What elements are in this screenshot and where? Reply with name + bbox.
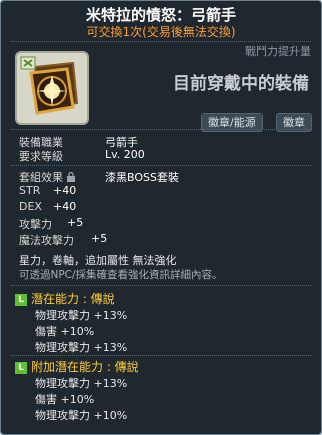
potential-line: 物理攻擊力 +13% — [35, 341, 128, 354]
potential-header-text: 潛在能力 : 傳說 — [31, 292, 115, 306]
item-tooltip: 米特拉的憤怒：弓箭手 可交換1次(交易後無法交換) 戰鬥力提升量 目前穿戴中的裝… — [0, 0, 322, 435]
equipped-notice: 目前穿戴中的裝備 — [173, 74, 309, 94]
set-effect-value: 漆黑BOSS套裝 — [105, 171, 179, 184]
combat-power-label: 戰鬥力提升量 — [245, 45, 311, 58]
level-value: Lv. 200 — [105, 148, 145, 161]
set-effect-label: 套組效果 — [19, 169, 76, 185]
additional-potential-line: 物理攻擊力 +10% — [35, 409, 128, 422]
additional-potential-line: 物理攻擊力 +13% — [35, 377, 128, 390]
additional-potential-header-text: 附加潛在能力 : 傳說 — [31, 360, 139, 374]
lock-icon — [67, 172, 75, 182]
stat-name: 攻擊力 — [19, 218, 52, 231]
stat-value: +5 — [67, 216, 84, 229]
divider — [11, 285, 311, 286]
stat-name: STR — [19, 184, 41, 197]
potential-line: 傷害 +10% — [35, 325, 95, 338]
trade-note: 可交換1次(交易後無法交換) — [86, 25, 236, 39]
divider — [11, 165, 311, 166]
npc-note: 可透過NPC/採集確查看強化資訊詳細內容。 — [19, 269, 223, 281]
item-icon-frame — [15, 51, 89, 125]
divider — [11, 41, 311, 42]
legendary-icon: L — [15, 362, 27, 374]
divider — [11, 129, 311, 130]
set-effect-label-text: 套組效果 — [19, 171, 63, 184]
item-name: 米特拉的憤怒：弓箭手 — [85, 6, 236, 24]
level-label: 要求等級 — [19, 150, 63, 163]
additional-potential-header: L 附加潛在能力 : 傳說 — [15, 358, 139, 375]
stat-value: +40 — [53, 184, 77, 197]
legendary-icon: L — [15, 294, 27, 306]
enhance-info: 星力，卷軸，追加屬性 無法強化 — [19, 254, 177, 267]
potential-header: L 潛在能力 : 傳說 — [15, 290, 115, 307]
divider — [11, 355, 311, 356]
stat-name: DEX — [19, 200, 42, 213]
potential-line: 物理攻擊力 +13% — [35, 309, 128, 322]
stat-value: +5 — [91, 232, 108, 245]
mitra-rage-emblem-icon — [20, 56, 79, 115]
additional-potential-line: 傷害 +10% — [35, 393, 95, 406]
stat-value: +40 — [53, 200, 77, 213]
stat-name: 魔法攻擊力 — [19, 234, 74, 247]
